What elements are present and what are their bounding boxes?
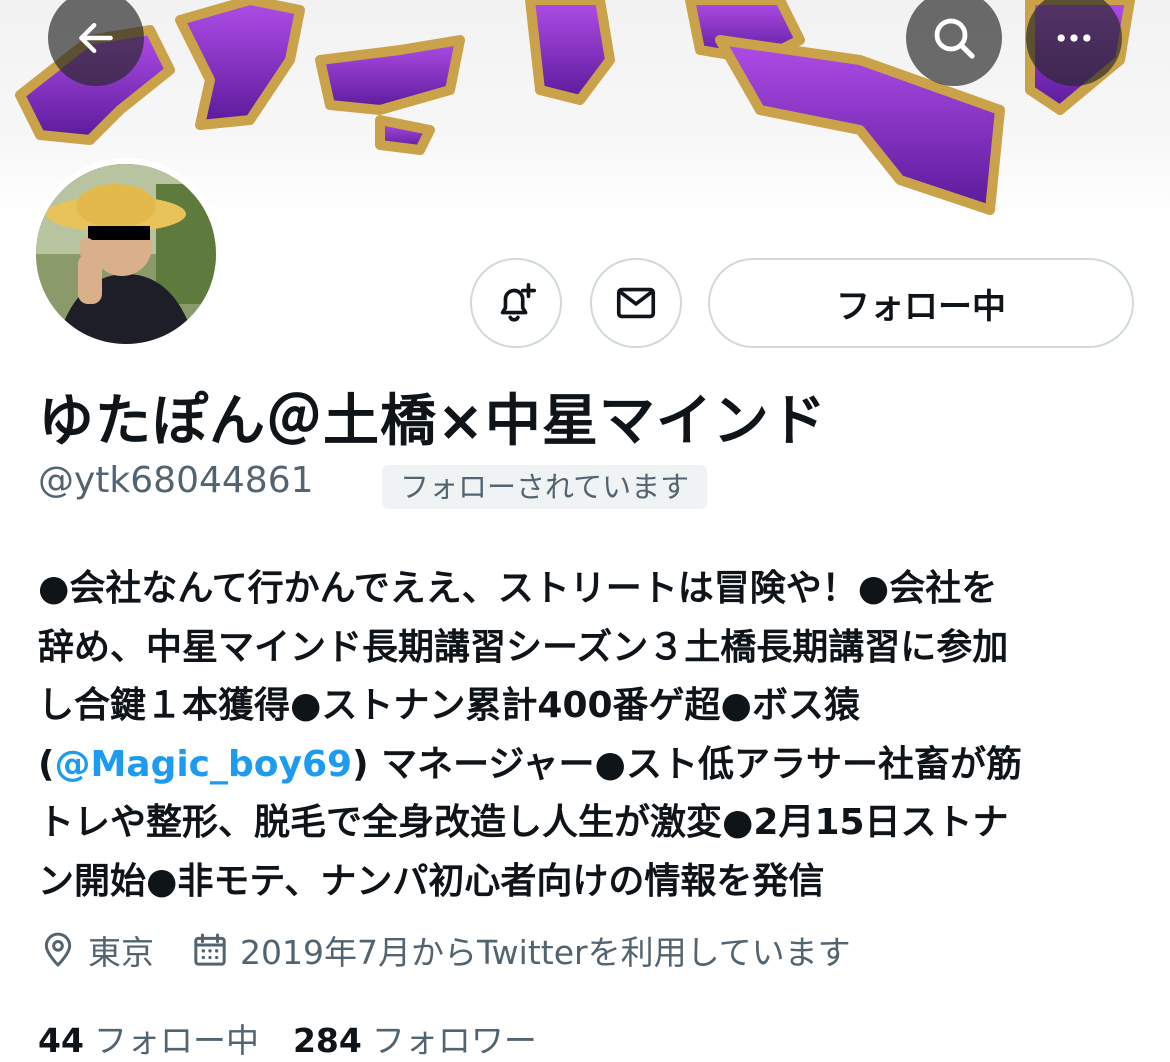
followers-label: フォロワー: [371, 1021, 537, 1060]
message-button[interactable]: [590, 258, 682, 348]
calendar-icon: [194, 933, 226, 966]
bio-paren-open: (: [38, 743, 55, 785]
follows-you-badge: フォローされています: [382, 465, 708, 509]
avatar-illustration: [36, 164, 216, 344]
notify-button[interactable]: [470, 258, 562, 348]
bio-line: 辞め、中星マインド長期講習シーズン３土橋長期講習に参加: [38, 626, 1009, 668]
avatar-photo: [36, 164, 216, 344]
bio-after-mention: ) マネージャー●スト低アラサー社畜が筋: [352, 743, 1022, 785]
profile-avatar[interactable]: [30, 158, 222, 350]
more-horizontal-icon: [1057, 34, 1091, 42]
bio-mention-link[interactable]: @Magic_boy69: [54, 744, 352, 785]
profile-stats: 44 フォロー中 284 フォロワー: [38, 1014, 537, 1062]
following-count: 44: [38, 1021, 84, 1060]
following-button-label: フォロー中: [836, 286, 1006, 327]
display-name: ゆたぽん＠土橋×中星マインド: [38, 389, 827, 454]
following-button[interactable]: フォロー中: [708, 258, 1134, 348]
bio-line: ン開始●非モテ、ナンパ初心者向けの情報を発信: [38, 860, 825, 902]
profile-bio: ●会社なんて行かんでええ、ストリートは冒険や！●会社を 辞め、中星マインド長期講…: [38, 560, 1118, 911]
user-handle: @ytk68044861: [38, 460, 314, 501]
bio-line: ●会社なんて行かんでええ、ストリートは冒険や！●会社を: [38, 568, 998, 609]
location-pin-icon: [44, 932, 72, 967]
location-item: 東京: [38, 926, 154, 974]
bio-line: し合鍵１本獲得●ストナン累計400番ゲ超●ボス猿: [38, 685, 860, 726]
bio-line: トレや整形、脱毛で全身改造し人生が激変●2月15日ストナ: [38, 802, 1009, 843]
followers-stat[interactable]: 284 フォロワー: [293, 1014, 537, 1062]
search-icon: [934, 18, 975, 59]
arrow-left-icon: [79, 22, 113, 54]
location-text: 東京: [88, 933, 154, 972]
mail-icon: [616, 287, 656, 319]
bell-plus-icon: [500, 282, 537, 322]
profile-meta: 東京 2019年7月からTwitterを利用しています: [38, 925, 851, 975]
followers-count: 284: [292, 1021, 362, 1060]
following-stat[interactable]: 44 フォロー中: [38, 1014, 259, 1062]
bio-line-with-mention: (@Magic_boy69) マネージャー●スト低アラサー社畜が筋: [38, 736, 1118, 795]
joined-item: 2019年7月からTwitterを利用しています: [190, 926, 851, 974]
following-label: フォロー中: [93, 1021, 259, 1060]
joined-text: 2019年7月からTwitterを利用しています: [240, 933, 851, 972]
